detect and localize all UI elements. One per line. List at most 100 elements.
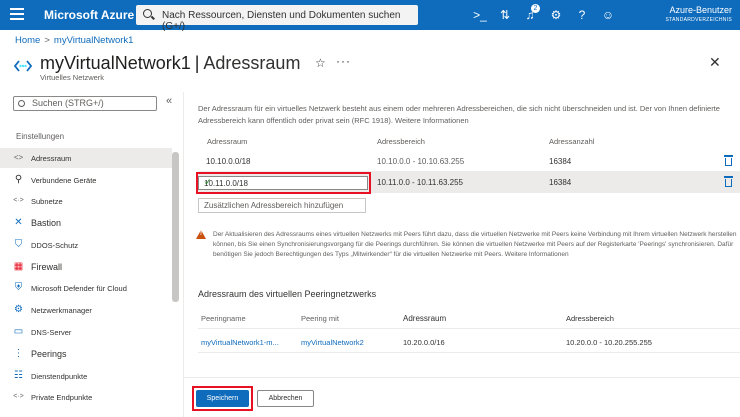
peered-network-link[interactable]: myVirtualNetwork2 (301, 338, 364, 347)
sidebar-item-label: Peerings (31, 349, 67, 359)
global-search-input[interactable]: Nach Ressourcen, Diensten und Dokumenten… (136, 5, 418, 32)
menu-section-heading: Einstellungen (16, 132, 65, 141)
shield-icon: ⛉ (14, 239, 23, 250)
global-search-placeholder: Nach Ressourcen, Diensten und Dokumenten… (162, 10, 401, 32)
sidebar-item-label: Private Endpunkte (31, 393, 93, 402)
description-text: Der Adressraum für ein virtuelles Netzwe… (198, 104, 720, 125)
sidebar-item-label: Microsoft Defender für Cloud (31, 284, 127, 293)
delete-trash-icon[interactable] (724, 155, 733, 166)
page-title: myVirtualNetwork1 | Adressraum (40, 53, 300, 74)
user-directory: STANDARDVERZEICHNIS (665, 17, 732, 23)
breadcrumb-resource[interactable]: myVirtualNetwork1 (54, 35, 134, 46)
more-options-icon[interactable]: ··· (336, 54, 351, 68)
sidebar-item-connected-devices[interactable]: ⚲ Verbundene Geräte (0, 170, 172, 190)
bastion-icon: ✕ (14, 217, 23, 228)
resource-menu: Suchen (STRG+/) « Einstellungen <> Adres… (0, 92, 183, 417)
sidebar-item-ddos-protection[interactable]: ⛉ DDOS-Schutz (0, 235, 172, 255)
peer-address-range-value: 10.20.0.0 - 10.20.255.255 (566, 338, 652, 347)
plug-icon: ⚲ (14, 174, 23, 185)
warning-text: Der Aktualisieren des Adressraums eines … (213, 231, 737, 258)
peer-address-space-value: 10.20.0.0/16 (403, 338, 445, 347)
dns-server-icon: ▭ (13, 326, 24, 337)
column-header-peering-name: Peeringname (201, 314, 246, 323)
breadcrumb-separator: > (44, 35, 50, 46)
resource-name: myVirtualNetwork1 (40, 53, 191, 73)
warning-icon (196, 230, 206, 239)
column-header-peered-with: Peering mit (301, 314, 339, 323)
address-range-value: 10.11.0.0 - 10.11.63.255 (377, 178, 463, 187)
sidebar-item-private-endpoints[interactable]: <·> Private Endpunkte (0, 387, 172, 407)
sidebar-item-service-endpoints[interactable]: ☷ Dienstendpunkte (0, 366, 172, 386)
column-header-address-space: Adressraum (207, 137, 248, 146)
action-bar: Speichern Abbrechen (184, 377, 740, 417)
cancel-button[interactable]: Abbrechen (257, 390, 314, 407)
title-divider: | (194, 53, 200, 73)
breadcrumb-home[interactable]: Home (15, 35, 40, 46)
sidebar-item-defender[interactable]: ⛨ Microsoft Defender für Cloud (0, 278, 172, 298)
sidebar-item-address-space[interactable]: <> Adressraum (0, 148, 172, 168)
settings-gear-icon[interactable]: ⚙ (548, 7, 564, 23)
search-icon (18, 100, 25, 107)
sidebar-item-bastion[interactable]: ✕ Bastion (0, 213, 172, 233)
hamburger-menu-icon[interactable] (10, 8, 24, 20)
highlight-box (192, 386, 253, 411)
address-range-value: 10.10.0.0 - 10.10.63.255 (377, 157, 465, 166)
defender-shield-icon: ⛨ (14, 282, 23, 293)
column-header-address-count: Adressanzahl (549, 137, 595, 146)
delete-trash-icon[interactable] (724, 176, 733, 187)
directory-filter-icon[interactable]: ⇅ (497, 7, 513, 23)
peerings-icon: ⋮ (13, 348, 24, 359)
notification-badge: 2 (531, 4, 540, 13)
sidebar-item-label: DNS-Server (31, 328, 72, 337)
sidebar-item-label: Bastion (31, 218, 62, 228)
column-header-address-range: Adressbereich (377, 137, 425, 146)
menu-search-placeholder: Suchen (STRG+/) (32, 98, 104, 108)
sidebar-item-dns-servers[interactable]: ▭ DNS-Server (0, 322, 172, 342)
firewall-icon: ▦ (13, 261, 24, 272)
sidebar-item-peerings[interactable]: ⋮ Peerings (0, 344, 172, 364)
code-brackets-icon: <> (13, 153, 24, 162)
peering-header-row: Peeringname Peering mit Adressraum Adres… (198, 307, 740, 329)
blade-title: Adressraum (203, 53, 301, 73)
cloud-shell-icon[interactable]: >_ (472, 7, 488, 23)
top-bar: Microsoft Azure Nach Ressourcen, Dienste… (0, 0, 740, 32)
service-endpoint-icon: ☷ (14, 370, 23, 381)
close-icon[interactable]: ✕ (709, 54, 721, 71)
brand-name[interactable]: Microsoft Azure (44, 8, 134, 22)
add-address-range-placeholder: Zusätzlichen Adressbereich hinzufügen (204, 201, 344, 210)
sidebar-item-label: Adressraum (31, 154, 72, 163)
sidebar-item-label: Firewall (31, 262, 63, 272)
search-icon (143, 9, 152, 18)
network-manager-icon: ⚙ (14, 304, 23, 315)
sidebar-item-label: Dienstendpunkte (31, 372, 88, 381)
sidebar-item-label: Netzwerkmanager (31, 306, 92, 315)
sidebar-item-firewall[interactable]: ▦ Firewall (0, 257, 172, 277)
add-address-range-input[interactable]: Zusätzlichen Adressbereich hinzufügen (198, 198, 366, 213)
account-menu[interactable]: Azure-Benutzer STANDARDVERZEICHNIS (666, 5, 732, 25)
feedback-icon[interactable]: ☺ (600, 7, 616, 23)
virtual-network-icon (14, 60, 32, 72)
table-row: myVirtualNetwork1-m... myVirtualNetwork2… (198, 331, 740, 353)
column-header-peer-address-space: Adressraum (403, 314, 447, 323)
peering-name-link[interactable]: myVirtualNetwork1-m... (201, 338, 279, 347)
breadcrumb: Home > myVirtualNetwork1 (15, 35, 133, 46)
table-row: 10.10.0.0/18 10.10.0.0 - 10.10.63.255 16… (198, 151, 740, 172)
peering-section-title: Adressraum des virtuellen Peeringnetzwer… (198, 289, 377, 299)
address-space-panel: Der Adressraum für ein virtuelles Netzwe… (184, 92, 740, 377)
sidebar-item-label: DDOS-Schutz (31, 241, 79, 250)
sidebar-item-label: Verbundene Geräte (31, 176, 97, 185)
address-space-value: 10.10.0.0/18 (206, 157, 251, 166)
subnet-icon: <·> (13, 197, 24, 204)
sidebar-item-subnets[interactable]: <·> Subnetze (0, 191, 172, 211)
collapse-menu-icon[interactable]: « (166, 95, 172, 107)
highlight-box (196, 172, 371, 194)
menu-scrollbar[interactable] (172, 152, 179, 302)
menu-search-input[interactable]: Suchen (STRG+/) (13, 96, 157, 111)
favorite-star-icon[interactable]: ☆ (315, 56, 326, 70)
sidebar-item-label: Subnetze (31, 197, 63, 206)
sidebar-item-network-manager[interactable]: ⚙ Netzwerkmanager (0, 300, 172, 320)
address-count-value: 16384 (549, 178, 572, 187)
resource-type: Virtuelles Netzwerk (40, 73, 105, 82)
help-icon[interactable]: ? (574, 7, 590, 23)
column-header-peer-address-range: Adressbereich (566, 314, 614, 323)
